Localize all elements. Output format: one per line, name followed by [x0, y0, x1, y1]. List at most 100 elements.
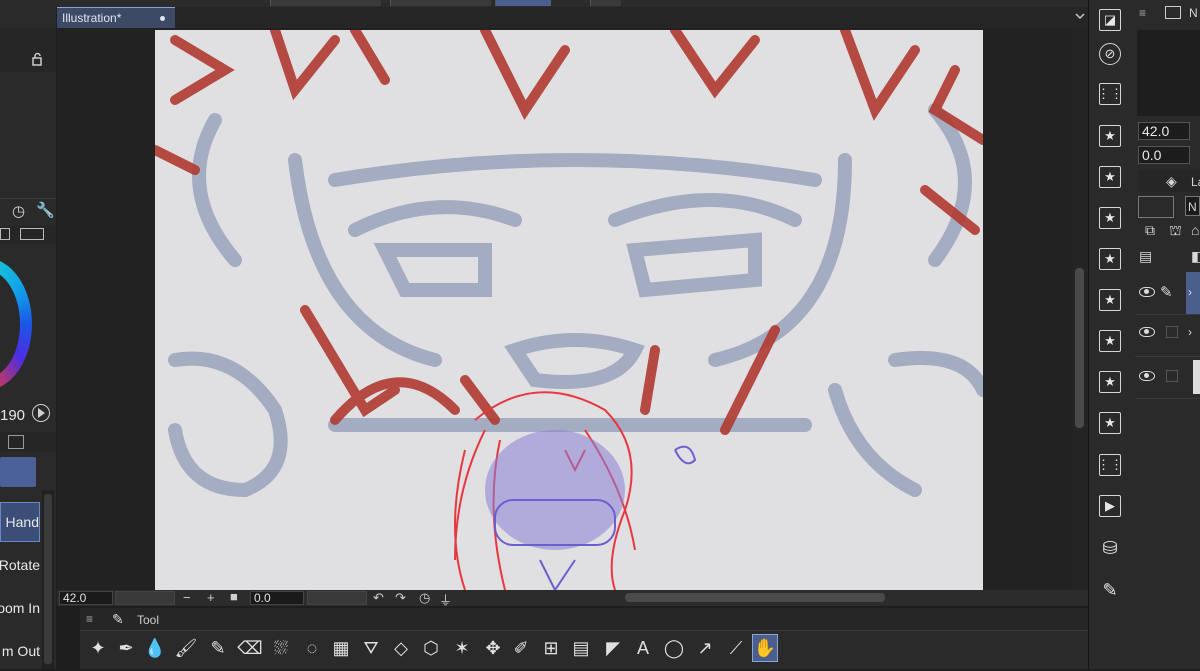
- canvas-status-bar: 42.0 − + ■ 0.0 ↶ ↷ ◷ ⏚: [57, 589, 1088, 609]
- zoom-slider[interactable]: [115, 591, 175, 605]
- eye-icon[interactable]: [1139, 287, 1155, 297]
- navigator-tab-icon[interactable]: [1165, 6, 1181, 19]
- material-star-icon: ★: [1099, 289, 1121, 311]
- layer-tab[interactable]: ◈ La: [1139, 170, 1200, 192]
- play-icon[interactable]: [32, 404, 50, 422]
- subtool-hand[interactable]: Hand: [0, 502, 40, 542]
- lock-icon[interactable]: [30, 52, 44, 66]
- zoom-in-button[interactable]: +: [207, 590, 215, 605]
- right-value-field-2[interactable]: 0.0: [1138, 146, 1190, 164]
- fit-icon[interactable]: ■: [230, 589, 238, 604]
- clip-icon[interactable]: ⧉: [1145, 222, 1155, 239]
- eyedropper-icon[interactable]: ⟋: [723, 634, 749, 662]
- pen-icon[interactable]: ✒: [113, 634, 139, 662]
- subtool-zoom-in[interactable]: oom In: [0, 588, 40, 628]
- zoom-field[interactable]: 42.0: [59, 591, 113, 605]
- color-tab-row: [0, 226, 56, 244]
- horizontal-scrollbar-thumb[interactable]: [625, 593, 885, 602]
- droplets-icon[interactable]: 💧: [142, 634, 168, 662]
- navigator-tab-label[interactable]: N: [1189, 6, 1198, 20]
- drawing-canvas[interactable]: [155, 30, 983, 590]
- gradient-icon[interactable]: ▦: [328, 634, 354, 662]
- auto-select-icon[interactable]: ✶: [449, 634, 475, 662]
- blend-mode-swatch[interactable]: [1138, 196, 1174, 218]
- command-group[interactable]: [270, 0, 381, 6]
- rotate-left-icon[interactable]: ↶: [373, 590, 384, 606]
- blend-icon[interactable]: ◌: [299, 634, 325, 662]
- palette-icon[interactable]: ⋮⋮: [1090, 76, 1130, 112]
- frame-icon[interactable]: ▤: [568, 634, 594, 662]
- command-group-active[interactable]: [495, 0, 551, 6]
- ref-layer-icon[interactable]: ⛫: [1169, 222, 1182, 241]
- palette-icon[interactable]: ◪: [1090, 2, 1130, 38]
- palette-icon[interactable]: ▶: [1090, 488, 1130, 524]
- chevron-down-icon[interactable]: [1074, 10, 1086, 22]
- camera-icon[interactable]: [8, 435, 24, 449]
- unsaved-dot-icon[interactable]: [160, 16, 165, 21]
- fill-icon[interactable]: ⛛: [358, 634, 384, 662]
- reset-rotation-icon[interactable]: ◷: [419, 590, 430, 606]
- palette-icon[interactable]: ★: [1090, 118, 1130, 154]
- brush-icon[interactable]: 🖌: [173, 634, 199, 662]
- rotation-field[interactable]: 0.0: [250, 591, 304, 605]
- material-star-icon: ★: [1099, 371, 1121, 393]
- sparkle-icon[interactable]: ✦: [85, 634, 111, 662]
- command-group[interactable]: [390, 0, 491, 6]
- erase-fill-icon[interactable]: ◇: [388, 634, 414, 662]
- menu-icon[interactable]: ≡: [86, 612, 93, 626]
- eye-icon[interactable]: [1139, 327, 1155, 337]
- wrench-icon[interactable]: 🔧: [36, 201, 55, 219]
- blend-mode-select[interactable]: N: [1185, 196, 1200, 216]
- navigator-preview[interactable]: [1137, 30, 1200, 116]
- eye-icon[interactable]: [1139, 371, 1155, 381]
- palette-icon[interactable]: ★: [1090, 323, 1130, 359]
- palette-icon[interactable]: ✎: [1090, 572, 1130, 608]
- palette-icon[interactable]: ★: [1090, 405, 1130, 441]
- hand-icon[interactable]: ✋: [752, 634, 778, 662]
- vertical-scrollbar[interactable]: [1072, 28, 1088, 590]
- lock-layer-icon[interactable]: ⌂: [1191, 222, 1199, 238]
- menu-icon[interactable]: ≡: [1139, 6, 1146, 20]
- layer-checkbox[interactable]: [1166, 370, 1178, 382]
- palette-icon[interactable]: ⋮⋮: [1090, 447, 1130, 483]
- chevron-right-icon[interactable]: ›: [1188, 285, 1192, 299]
- clock-icon[interactable]: ◷: [12, 202, 25, 220]
- subtool-group-button[interactable]: [0, 457, 36, 487]
- color-set-tab-icon[interactable]: [20, 228, 44, 240]
- zoom-out-button[interactable]: −: [183, 590, 191, 605]
- subtool-rotate[interactable]: Rotate: [0, 545, 40, 585]
- right-value-field-1[interactable]: 42.0: [1138, 122, 1190, 140]
- operation-icon[interactable]: ✐: [508, 634, 534, 662]
- palette-icon[interactable]: ★: [1090, 159, 1130, 195]
- palette-icon[interactable]: ⛁: [1090, 530, 1130, 566]
- ruler-icon[interactable]: ◤: [600, 634, 626, 662]
- palette-icon[interactable]: ⊘: [1090, 36, 1130, 72]
- grid-icon[interactable]: ⊞: [538, 634, 564, 662]
- layer-mask-icon[interactable]: ◧: [1191, 248, 1200, 265]
- color-tab-icon[interactable]: [0, 228, 10, 240]
- balloon-icon[interactable]: ◯: [661, 634, 687, 662]
- chevron-right-icon[interactable]: ›: [1188, 325, 1192, 339]
- pencil-icon[interactable]: ✎: [205, 634, 231, 662]
- flip-icon[interactable]: ⏚: [439, 590, 452, 609]
- palette-icon[interactable]: ★: [1090, 241, 1130, 277]
- subtool-zoom-out[interactable]: m Out: [0, 631, 40, 671]
- document-tab[interactable]: Illustration*: [57, 7, 175, 28]
- palette-icon[interactable]: ★: [1090, 282, 1130, 318]
- 3d-object-icon[interactable]: ⬡: [418, 634, 444, 662]
- eraser-icon[interactable]: ⌫: [237, 634, 263, 662]
- palette-icon[interactable]: ★: [1090, 364, 1130, 400]
- decoration-icon[interactable]: ⛆: [268, 634, 294, 662]
- correct-line-icon[interactable]: ↗: [692, 634, 718, 662]
- command-group[interactable]: [590, 0, 621, 6]
- text-icon[interactable]: A: [630, 634, 656, 662]
- rotation-slider[interactable]: [307, 591, 367, 605]
- layer-property-icon[interactable]: ▤: [1139, 248, 1152, 265]
- palette-icon[interactable]: ★: [1090, 200, 1130, 236]
- subtool-scrollbar[interactable]: [42, 490, 54, 669]
- move-icon[interactable]: ✥: [480, 634, 506, 662]
- layer-checkbox[interactable]: [1166, 326, 1178, 338]
- layer-tab-label: La: [1191, 175, 1200, 189]
- rotate-right-icon[interactable]: ↷: [395, 590, 406, 606]
- pen-tab-icon: ✎: [112, 611, 124, 627]
